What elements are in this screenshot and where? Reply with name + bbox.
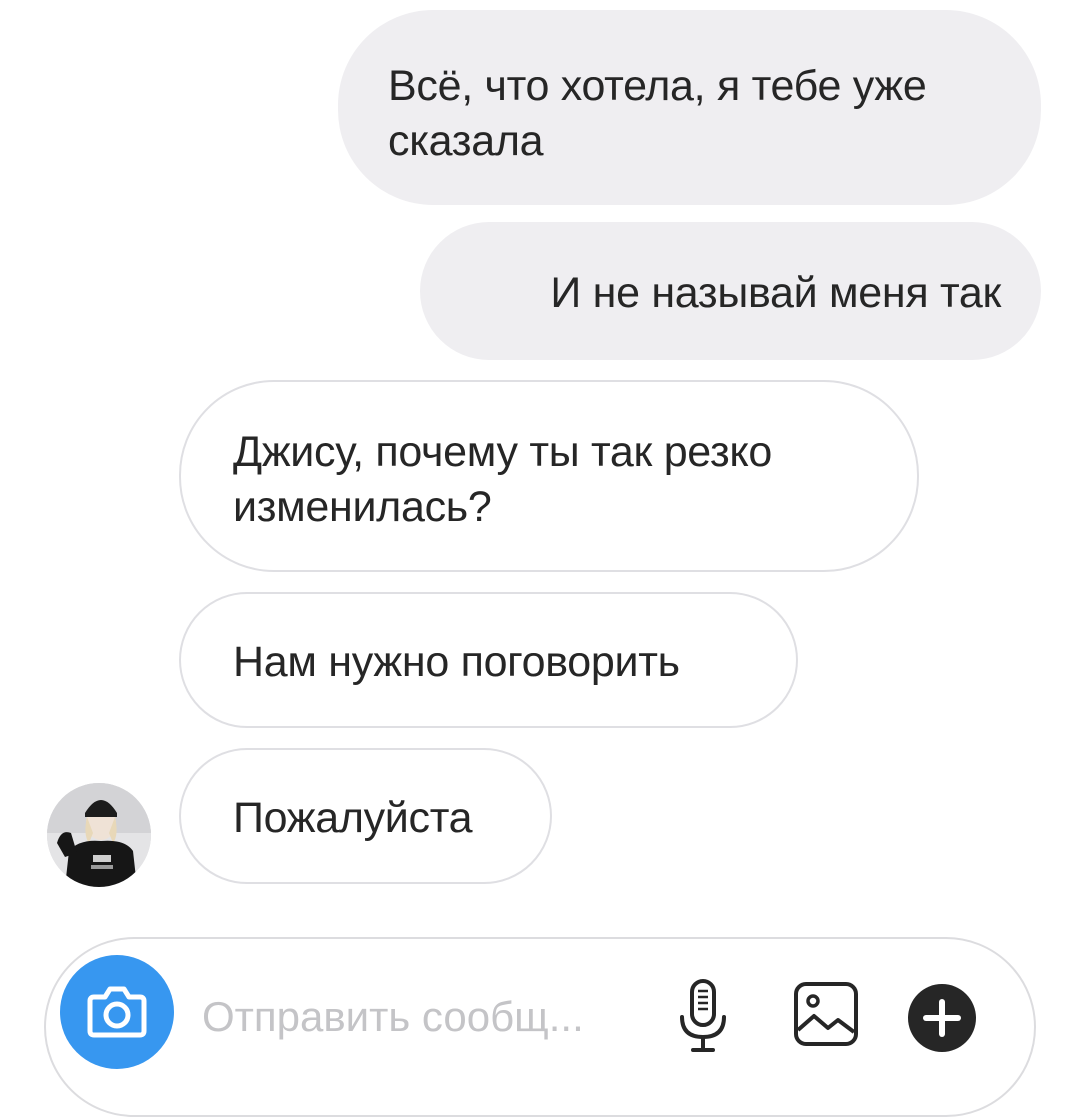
message-text: Нам нужно поговорить [233, 638, 680, 686]
image-icon [794, 982, 858, 1046]
message-bubble-outgoing[interactable]: И не называй меня так [420, 222, 1041, 360]
avatar-photo [47, 783, 151, 887]
message-text: Всё, что хотела, я тебе уже сказала [388, 62, 927, 165]
message-input[interactable] [202, 986, 642, 1048]
plus-icon [908, 984, 976, 1052]
message-text: Джису, почему ты так резко изменилась? [233, 428, 773, 531]
sender-avatar[interactable] [47, 783, 151, 887]
message-bubble-incoming[interactable]: Пожалуйста [179, 748, 552, 884]
add-button[interactable] [907, 983, 977, 1053]
microphone-icon [680, 979, 726, 1052]
message-text: Пожалуйста [233, 794, 473, 842]
gallery-button[interactable] [792, 980, 860, 1048]
message-bubble-incoming[interactable]: Джису, почему ты так резко изменилась? [179, 380, 919, 572]
message-bubble-outgoing[interactable]: Всё, что хотела, я тебе уже сказала [338, 10, 1041, 205]
voice-message-button[interactable] [673, 977, 733, 1055]
camera-icon [87, 986, 147, 1038]
message-bubble-incoming[interactable]: Нам нужно поговорить [179, 592, 798, 728]
message-text: И не называй меня так [550, 269, 1001, 317]
camera-button[interactable] [60, 955, 174, 1069]
